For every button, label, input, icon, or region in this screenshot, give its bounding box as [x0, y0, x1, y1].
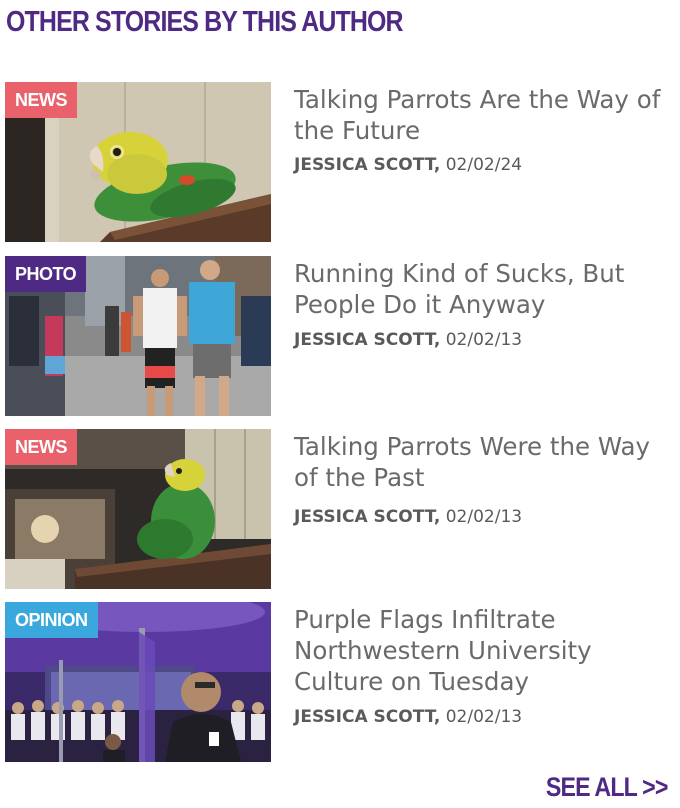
- byline: JESSICA SCOTT, 02/02/13: [294, 707, 522, 727]
- author-name[interactable]: JESSICA SCOTT,: [294, 155, 440, 175]
- story-thumbnail[interactable]: NEWS: [5, 82, 271, 242]
- story-thumbnail[interactable]: OPINION: [5, 602, 271, 762]
- publish-date: 02/02/13: [445, 507, 523, 527]
- category-tag-news[interactable]: NEWS: [5, 429, 77, 465]
- section-title: OTHER STORIES BY THIS AUTHOR: [6, 6, 404, 38]
- story-thumbnail[interactable]: PHOTO: [5, 256, 271, 416]
- story-headline[interactable]: Purple Flags Infiltrate Northwestern Uni…: [294, 604, 675, 697]
- byline: JESSICA SCOTT, 02/02/24: [294, 155, 522, 175]
- publish-date: 02/02/13: [445, 707, 523, 727]
- story-headline[interactable]: Talking Parrots Were the Way of the Past: [294, 431, 675, 493]
- publish-date: 02/02/13: [445, 330, 523, 350]
- story-thumbnail[interactable]: NEWS: [5, 429, 271, 589]
- category-tag-opinion[interactable]: OPINION: [5, 602, 98, 638]
- story-card[interactable]: OPINION Purple Flags Infiltrate Northwes…: [5, 602, 675, 762]
- category-tag-photo[interactable]: PHOTO: [5, 256, 87, 292]
- see-all-link[interactable]: SEE ALL >>: [546, 772, 669, 803]
- story-headline[interactable]: Talking Parrots Are the Way of the Futur…: [294, 84, 675, 146]
- story-headline[interactable]: Running Kind of Sucks, But People Do it …: [294, 258, 675, 320]
- byline: JESSICA SCOTT, 02/02/13: [294, 507, 522, 527]
- byline: JESSICA SCOTT, 02/02/13: [294, 330, 522, 350]
- author-name[interactable]: JESSICA SCOTT,: [294, 707, 440, 727]
- publish-date: 02/02/24: [445, 155, 523, 175]
- author-name[interactable]: JESSICA SCOTT,: [294, 330, 440, 350]
- author-name[interactable]: JESSICA SCOTT,: [294, 507, 440, 527]
- story-card[interactable]: NEWS Talking Parrots Were the Way of the…: [5, 429, 675, 589]
- story-card[interactable]: PHOTO Running Kind of Sucks, But People …: [5, 256, 675, 416]
- story-card[interactable]: NEWS Talking Parrots Are the Way of the …: [5, 82, 675, 242]
- category-tag-news[interactable]: NEWS: [5, 82, 77, 118]
